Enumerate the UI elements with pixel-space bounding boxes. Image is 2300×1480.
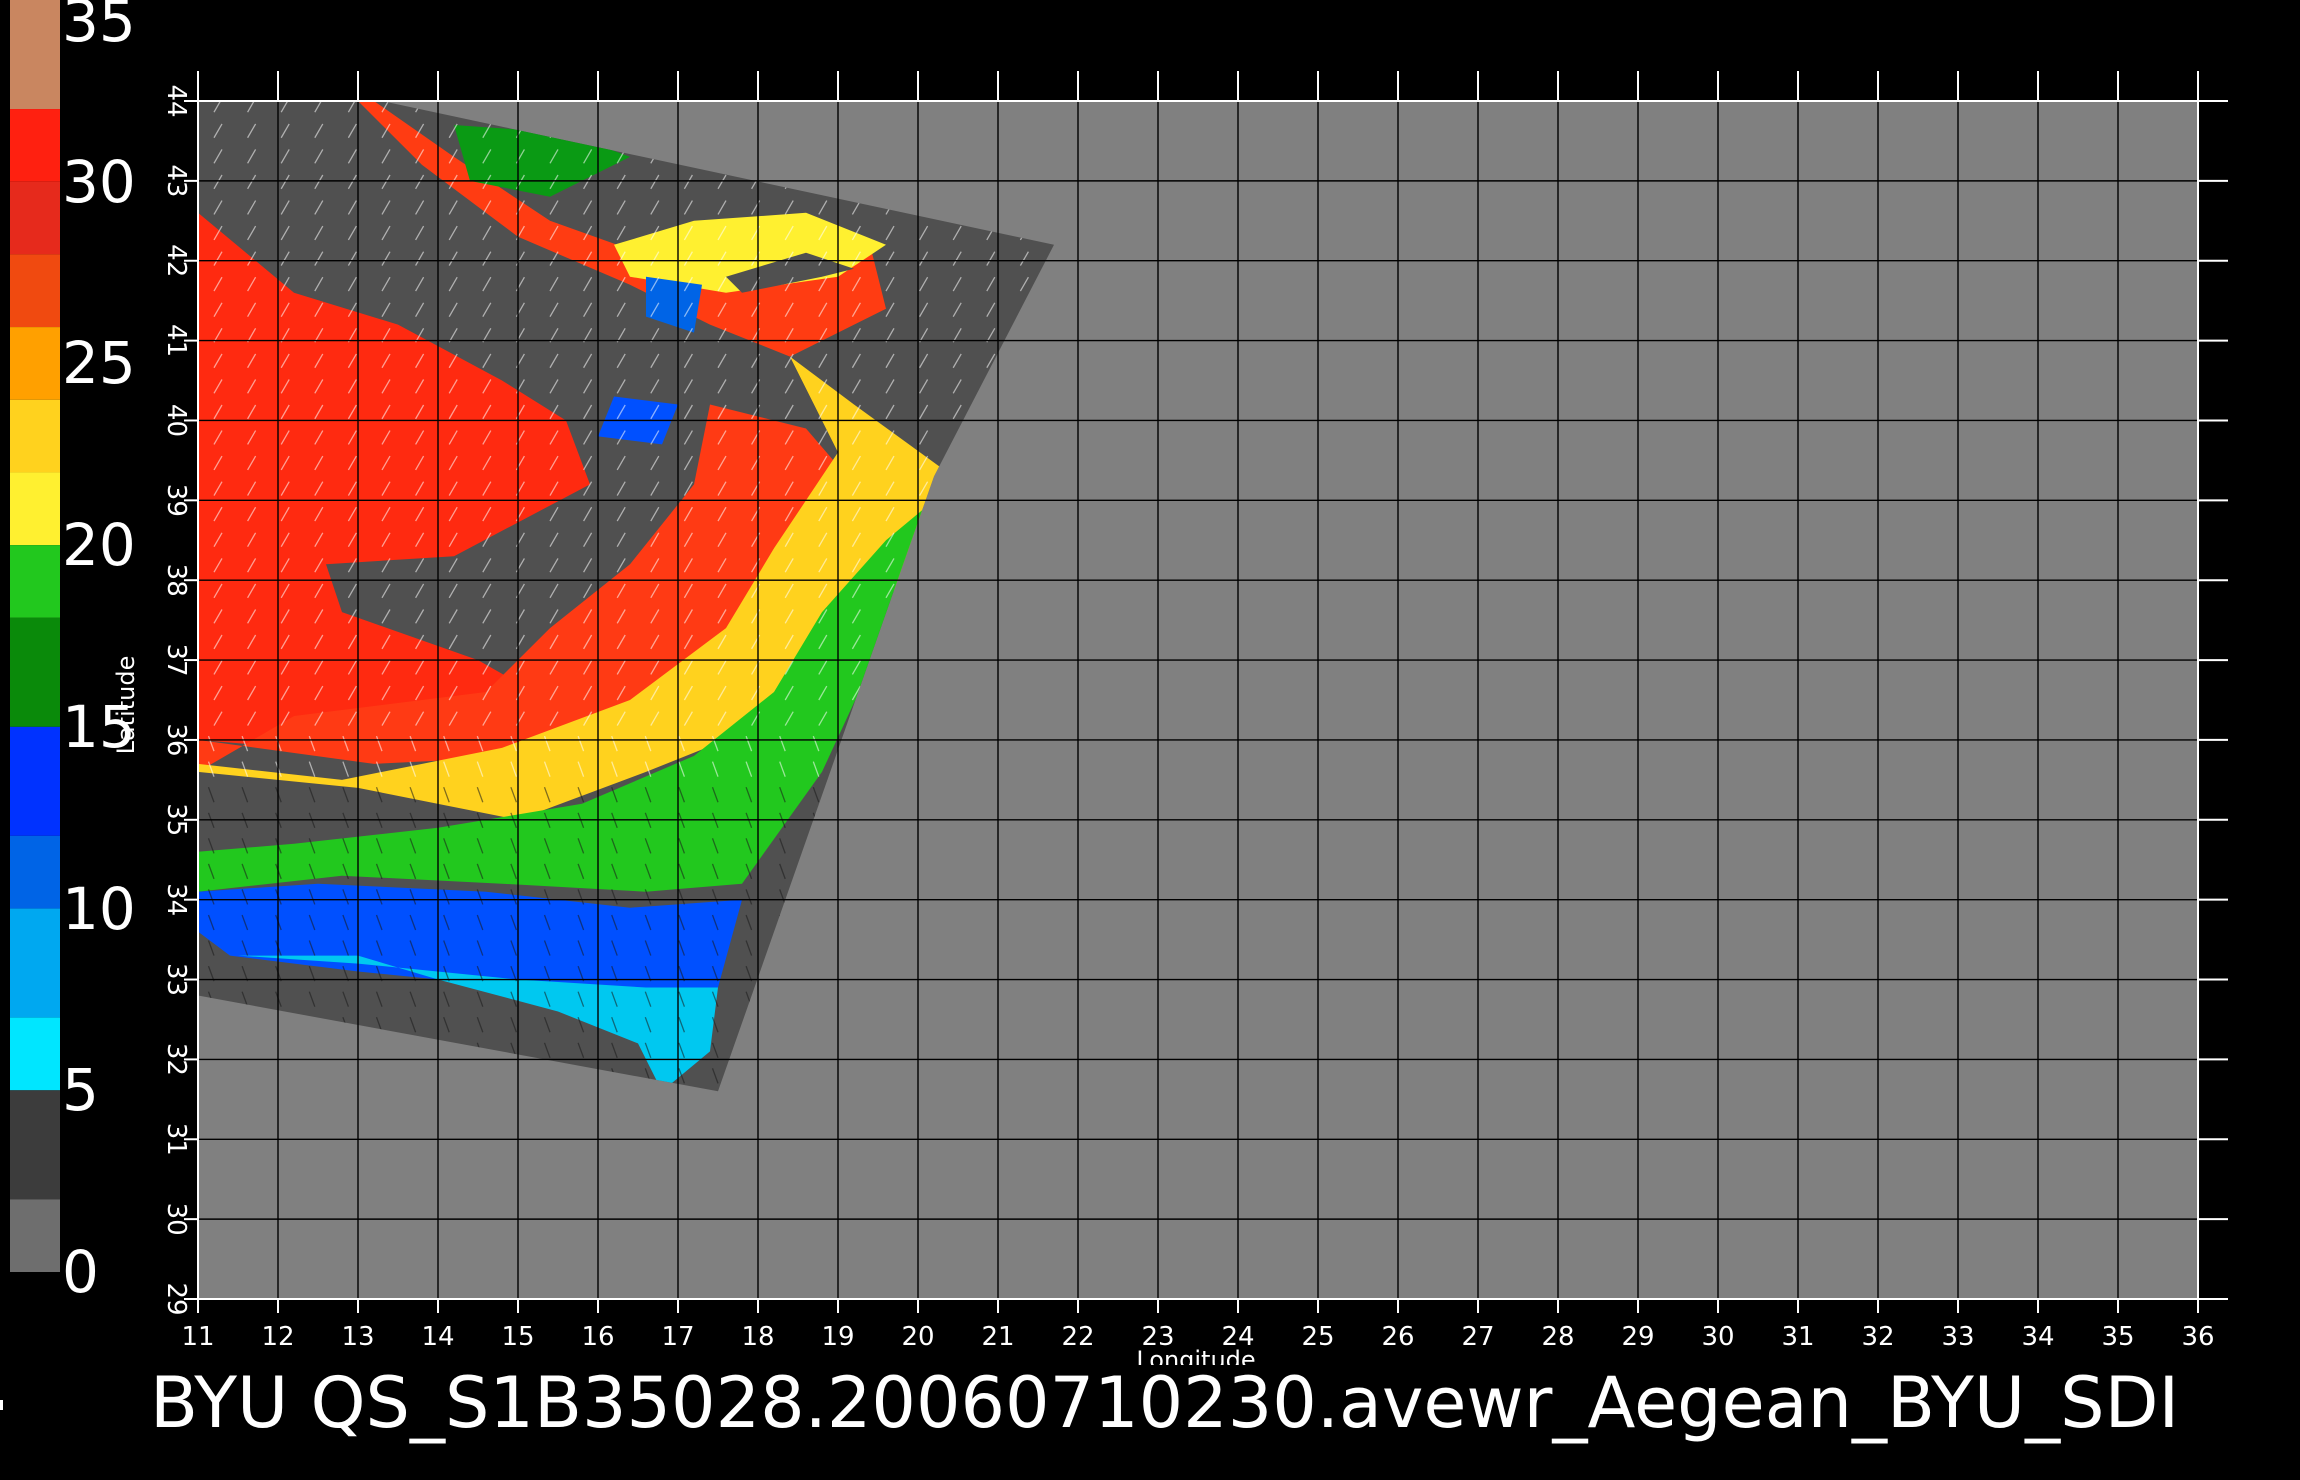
y-tick-label: 36 — [161, 723, 191, 756]
x-tick-label: 28 — [1541, 1322, 1574, 1352]
x-tick-label: 13 — [341, 1322, 374, 1352]
x-tick-label: 25 — [1301, 1322, 1334, 1352]
y-tick-label: 42 — [161, 244, 191, 277]
x-tick-label: 11 — [181, 1322, 214, 1352]
x-tick-label: 35 — [2101, 1322, 2134, 1352]
x-tick-label: 26 — [1381, 1322, 1414, 1352]
y-tick-label: 40 — [161, 404, 191, 437]
y-tick-label: 35 — [161, 803, 191, 836]
y-tick-label: 33 — [161, 963, 191, 996]
y-tick-label: 44 — [161, 84, 191, 117]
x-tick-label: 29 — [1621, 1322, 1654, 1352]
edge-marker — [0, 1400, 3, 1410]
image-caption: BYU QS_S1B35028.20060710230.avewr_Aegean… — [150, 1362, 2180, 1444]
x-tick-label: 20 — [901, 1322, 934, 1352]
x-tick-label: 22 — [1061, 1322, 1094, 1352]
x-tick-label: 32 — [1861, 1322, 1894, 1352]
y-tick-label: 34 — [161, 883, 191, 916]
x-tick-label: 31 — [1781, 1322, 1814, 1352]
y-axis-label: Latitude — [112, 656, 140, 755]
scatterometer-wind-map: 35 30 25 20 15 10 5 0 11 12 13 14 15 16 17 18 19 20 21 22 2… — [0, 0, 2300, 1480]
x-tick-label: 18 — [741, 1322, 774, 1352]
x-tick-label: 12 — [261, 1322, 294, 1352]
x-tick-label: 36 — [2181, 1322, 2214, 1352]
y-tick-label: 37 — [161, 644, 191, 677]
y-tick-label: 38 — [161, 564, 191, 597]
x-tick-label: 14 — [421, 1322, 454, 1352]
y-tick-label: 43 — [161, 164, 191, 197]
y-tick-label: 29 — [161, 1282, 191, 1315]
y-tick-label: 41 — [161, 324, 191, 357]
wind-speed-map: 11 12 13 14 15 16 17 18 19 20 21 22 23 24 25 26 27 28 29 30… — [112, 71, 2228, 1365]
y-tick-label: 39 — [161, 484, 191, 517]
x-tick-label: 27 — [1461, 1322, 1494, 1352]
y-tick-label: 31 — [161, 1123, 191, 1156]
x-tick-label: 16 — [581, 1322, 614, 1352]
x-tick-label: 19 — [821, 1322, 854, 1352]
x-tick-label: 21 — [981, 1322, 1014, 1352]
x-tick-label: 30 — [1701, 1322, 1734, 1352]
x-tick-label: 17 — [661, 1322, 694, 1352]
y-tick-label: 30 — [161, 1203, 191, 1236]
x-tick-label: 34 — [2021, 1322, 2054, 1352]
y-tick-label: 32 — [161, 1043, 191, 1076]
x-tick-label: 33 — [1941, 1322, 1974, 1352]
x-tick-label: 15 — [501, 1322, 534, 1352]
